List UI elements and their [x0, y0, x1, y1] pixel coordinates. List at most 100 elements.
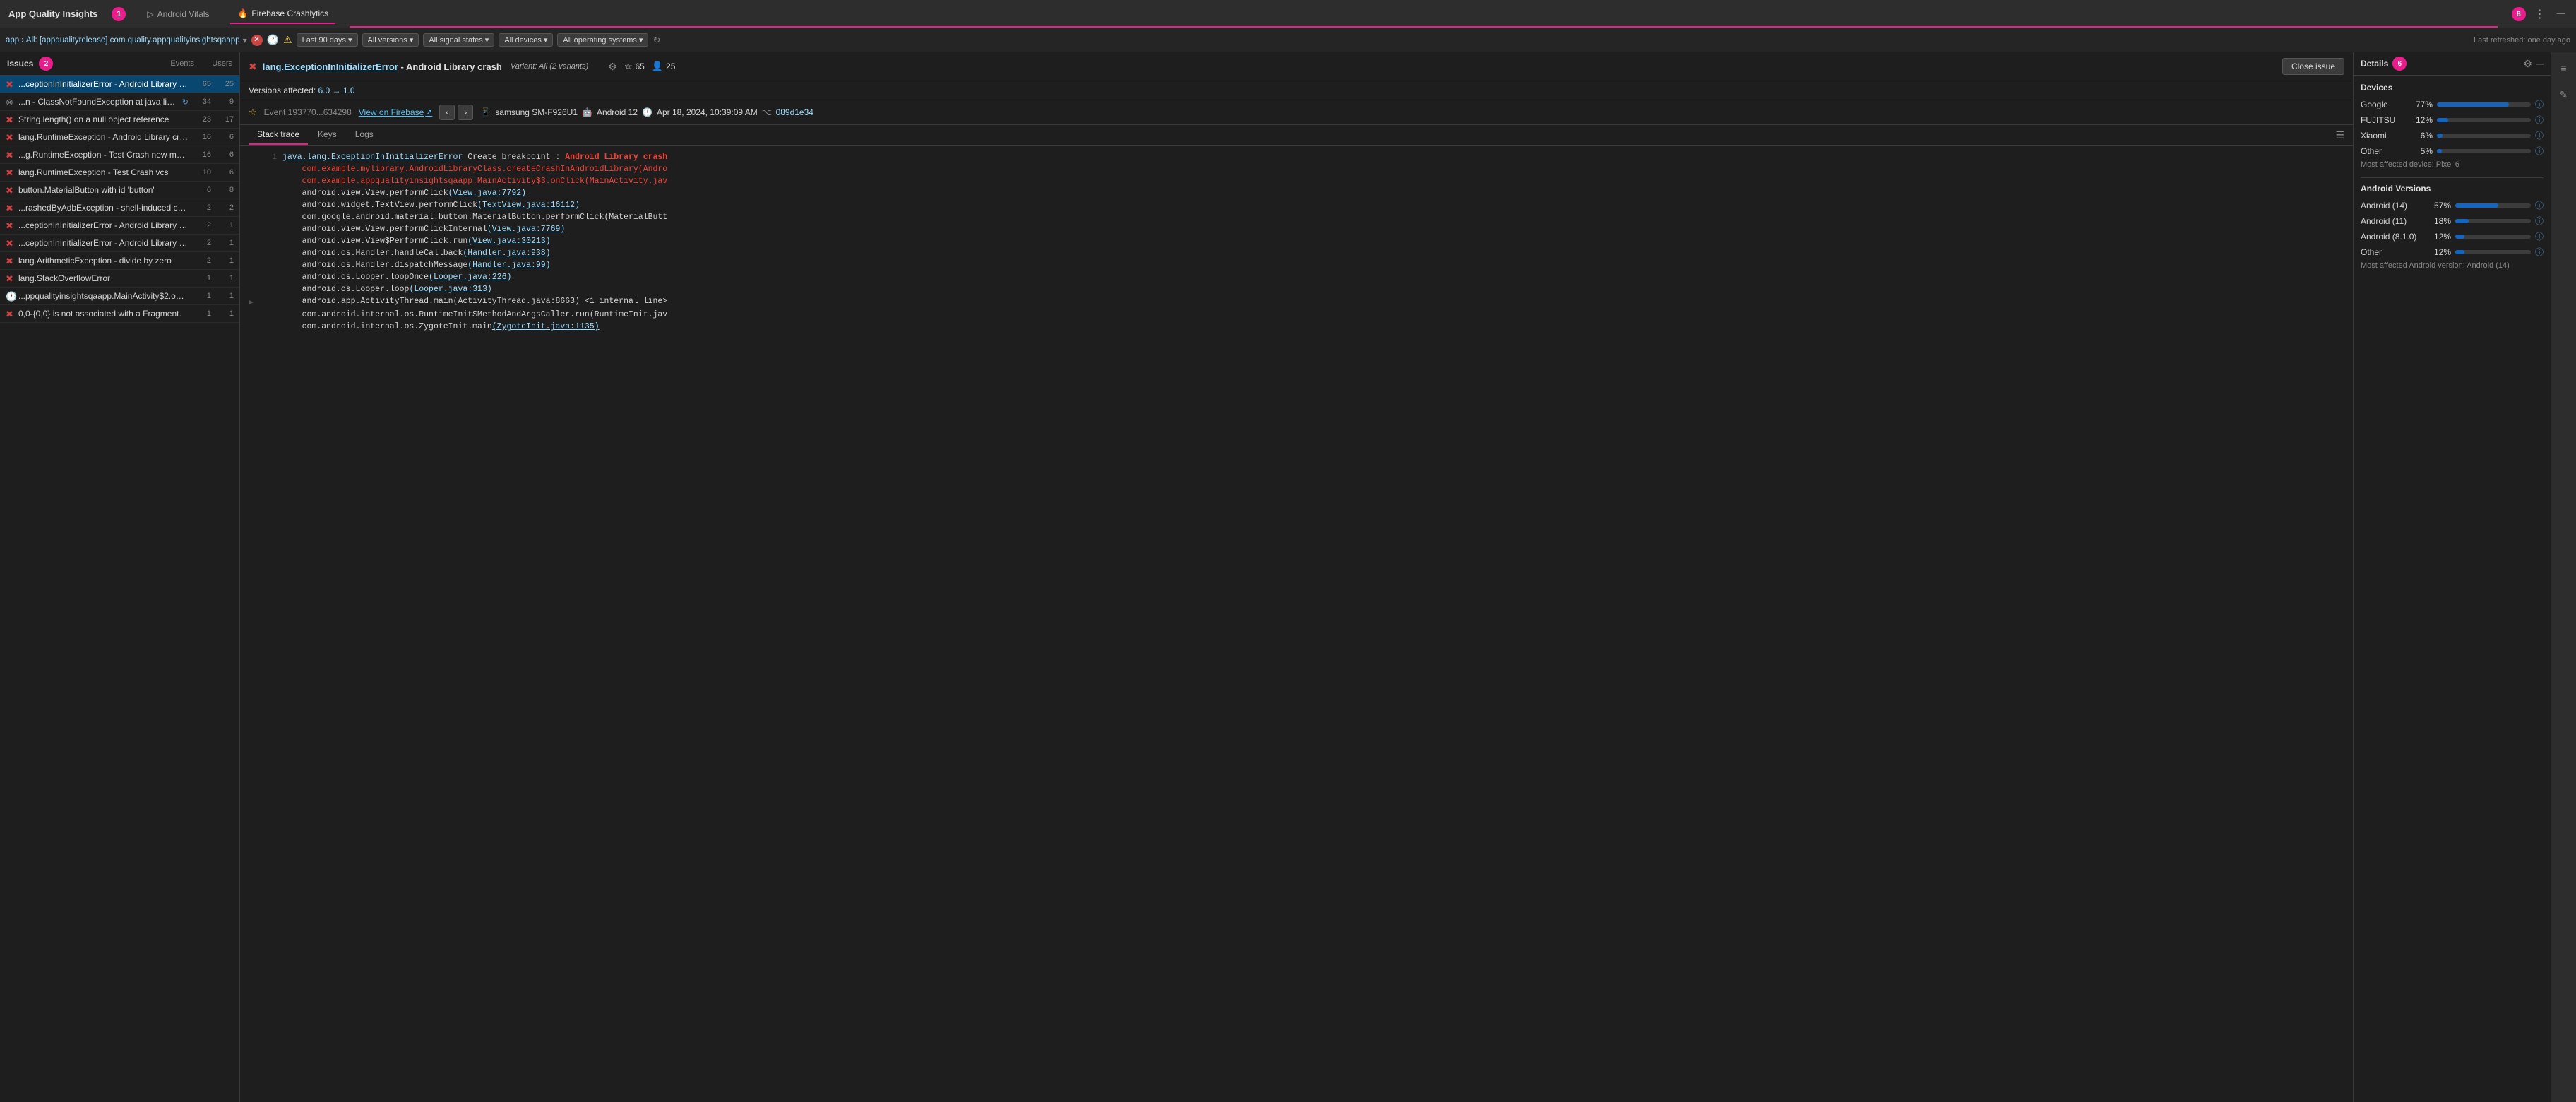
- stack-text: android.os.Looper.loop: [282, 285, 409, 294]
- minimize-icon[interactable]: ─: [2554, 6, 2568, 22]
- os-dropdown[interactable]: All operating systems ▾: [557, 33, 648, 47]
- col-users-header: Users: [200, 59, 232, 68]
- device-bar-fill: [2437, 102, 2509, 107]
- issue-row[interactable]: ✖ 0,0-{0,0} is not associated with a Fra…: [0, 305, 239, 323]
- issue-detail-header: ✖ lang.ExceptionInInitializerError - And…: [240, 52, 2353, 81]
- device-info-icon[interactable]: ⓘ: [2535, 129, 2544, 141]
- next-event-btn[interactable]: ›: [458, 105, 473, 120]
- col-events-header: Events: [162, 59, 194, 68]
- issue-row[interactable]: ✖ ...ceptionInInitializerError - Android…: [0, 235, 239, 252]
- version-info-icon[interactable]: ⓘ: [2535, 199, 2544, 211]
- issue-users: 2: [214, 203, 234, 212]
- issue-row[interactable]: ✖ ...g.RuntimeException - Test Crash new…: [0, 146, 239, 164]
- issue-text: ...n - ClassNotFoundException at java li…: [18, 97, 178, 107]
- stack-line: ▶ android.app.ActivityThread.main(Activi…: [240, 295, 2353, 309]
- tab-firebase-crashlytics[interactable]: 🔥 Firebase Crashlytics: [230, 4, 335, 24]
- stack-line: android.view.View.performClick(View.java…: [240, 187, 2353, 199]
- stack-link[interactable]: com.example.mylibrary.AndroidLibraryClas…: [282, 165, 667, 174]
- issue-row[interactable]: ✖ ...ceptionInInitializerError - Android…: [0, 76, 239, 93]
- breadcrumb[interactable]: app › All: [appqualityrelease] com.quali…: [6, 35, 247, 45]
- line-link[interactable]: (ZygoteInit.java:1135): [492, 322, 600, 331]
- menu-icon[interactable]: ⋮: [2532, 6, 2548, 23]
- issue-row[interactable]: ✖ ...ceptionInInitializerError - Android…: [0, 217, 239, 235]
- issue-row[interactable]: ✖ lang.RuntimeException - Android Librar…: [0, 129, 239, 146]
- issue-users: 6: [214, 168, 234, 177]
- issue-text: ...ceptionInInitializerError - Android L…: [18, 220, 189, 230]
- android-vitals-label: Android Vitals: [157, 9, 210, 19]
- issue-error-icon: ✖: [249, 61, 257, 73]
- error-icon: ✖: [6, 132, 16, 142]
- devices-dropdown[interactable]: All devices ▾: [499, 33, 553, 47]
- issue-text: ...g.RuntimeException - Test Crash new m…: [18, 150, 189, 160]
- right-panel-content: Devices Google 77% ⓘ FUJITSU 12% ⓘ Xiaom…: [2354, 76, 2551, 1102]
- line-link[interactable]: (View.java:7769): [487, 225, 565, 234]
- device-info-icon[interactable]: ⓘ: [2535, 145, 2544, 157]
- line-link[interactable]: (Looper.java:313): [409, 285, 491, 294]
- line-link[interactable]: (View.java:7792): [448, 189, 526, 198]
- stack-line: com.example.appqualityinsightsqaapp.Main…: [240, 175, 2353, 187]
- filter-icon[interactable]: ☰: [2335, 129, 2344, 141]
- filter-bar: app › All: [appqualityrelease] com.quali…: [0, 28, 2576, 52]
- version-info-icon[interactable]: ⓘ: [2535, 230, 2544, 242]
- device-name: samsung SM-F926U1: [495, 107, 578, 117]
- expand-btn[interactable]: ▶: [249, 297, 258, 307]
- close-issue-btn[interactable]: Close issue: [2282, 58, 2344, 75]
- prev-event-btn[interactable]: ‹: [439, 105, 455, 120]
- stack-text: android.view.View$PerformClick.run: [282, 237, 467, 246]
- error-icon: ✖: [6, 150, 16, 160]
- device-bar-pct: 5%: [2410, 146, 2433, 156]
- issue-users: 1: [214, 274, 234, 283]
- line-link[interactable]: (Looper.java:226): [429, 273, 511, 282]
- issue-dash: -: [401, 61, 406, 72]
- issue-events: 2: [191, 239, 211, 247]
- warning-icon[interactable]: ⚠: [283, 34, 292, 46]
- device-bar-row: Google 77% ⓘ: [2361, 98, 2544, 110]
- view-on-firebase-link[interactable]: View on Firebase ↗: [359, 107, 433, 117]
- version-info-icon[interactable]: ⓘ: [2535, 215, 2544, 227]
- issue-users: 17: [214, 115, 234, 124]
- settings-right-icon[interactable]: ⚙: [2524, 58, 2533, 70]
- tab-android-vitals[interactable]: ▷ Android Vitals: [140, 5, 216, 23]
- issue-row[interactable]: ✖ lang.ArithmeticException - divide by z…: [0, 252, 239, 270]
- clear-filter-btn[interactable]: ✕: [251, 35, 263, 46]
- issue-row[interactable]: 🕐 ...ppqualityinsightsqaapp.MainActivity…: [0, 288, 239, 305]
- issue-text: button.MaterialButton with id 'button': [18, 185, 189, 195]
- tab-keys[interactable]: Keys: [309, 125, 345, 145]
- device-info-icon[interactable]: ⓘ: [2535, 114, 2544, 126]
- close-right-icon[interactable]: ─: [2536, 58, 2544, 70]
- issue-row[interactable]: ✖ button.MaterialButton with id 'button'…: [0, 182, 239, 199]
- issue-row[interactable]: ✖ ...rashedByAdbException - shell-induce…: [0, 199, 239, 217]
- line-link[interactable]: (TextView.java:16112): [477, 201, 580, 210]
- time-range-dropdown[interactable]: Last 90 days ▾: [297, 33, 358, 47]
- devices-chevron: ▾: [544, 35, 548, 45]
- line-link[interactable]: (Handler.java:938): [463, 249, 550, 258]
- event-id-text: Event 193770...634298: [264, 107, 352, 117]
- line-link[interactable]: (Handler.java:99): [467, 261, 550, 270]
- version-info-icon[interactable]: ⓘ: [2535, 246, 2544, 258]
- stack-link[interactable]: com.example.appqualityinsightsqaapp.Main…: [282, 177, 667, 186]
- version-bar-container: [2455, 219, 2531, 223]
- line-link[interactable]: (View.java:30213): [467, 237, 550, 246]
- line-content: android.view.View.performClickInternal(V…: [282, 225, 2344, 234]
- versions-dropdown[interactable]: All versions ▾: [362, 33, 419, 47]
- signal-states-dropdown[interactable]: All signal states ▾: [423, 33, 494, 47]
- line-content: com.google.android.material.button.Mater…: [282, 213, 2344, 222]
- error-icon: ✖: [6, 79, 16, 89]
- issue-users: 1: [214, 292, 234, 300]
- clock-icon[interactable]: 🕐: [267, 34, 279, 46]
- app-title: App Quality Insights: [8, 8, 97, 19]
- refresh-icon[interactable]: ↻: [652, 35, 660, 46]
- issue-row[interactable]: ✖ lang.StackOverflowError 1 1: [0, 270, 239, 288]
- details-badge: 6: [2392, 57, 2407, 71]
- tab-logs[interactable]: Logs: [347, 125, 382, 145]
- tab-stack-trace[interactable]: Stack trace: [249, 125, 308, 145]
- exception-link[interactable]: java.lang.ExceptionInInitializerError: [282, 153, 463, 162]
- device-bar-name: FUJITSU: [2361, 115, 2406, 125]
- sidebar-notes-icon[interactable]: ✎: [2554, 85, 2574, 105]
- issue-row[interactable]: ✖ String.length() on a null object refer…: [0, 111, 239, 129]
- device-info-icon[interactable]: ⓘ: [2535, 98, 2544, 110]
- sidebar-details-icon[interactable]: ≡: [2554, 58, 2574, 78]
- issue-row[interactable]: ✖ lang.RuntimeException - Test Crash vcs…: [0, 164, 239, 182]
- settings-icon[interactable]: ⚙: [608, 61, 617, 73]
- issue-row[interactable]: ⊗ ...n - ClassNotFoundException at java …: [0, 93, 239, 111]
